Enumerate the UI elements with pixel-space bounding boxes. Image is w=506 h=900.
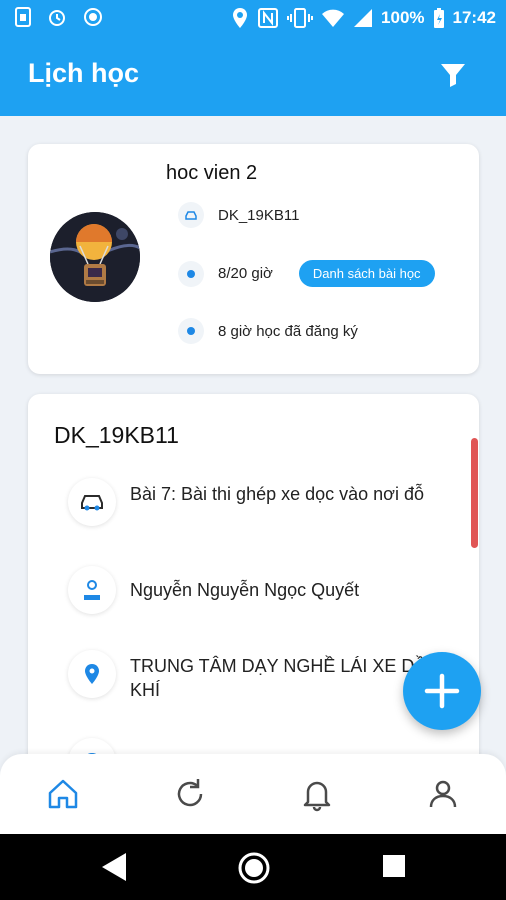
record-icon <box>84 8 102 26</box>
alarm-icon <box>49 10 65 26</box>
bullet-icon <box>178 318 204 344</box>
recents-button[interactable] <box>381 853 407 884</box>
sim-card-icon <box>15 7 31 27</box>
plus-icon <box>424 673 460 709</box>
lesson-name-row: Bài 7: Bài thi ghép xe dọc vào nơi đỗ <box>68 478 448 526</box>
nav-home[interactable] <box>45 776 81 812</box>
bell-icon <box>303 781 331 812</box>
back-icon <box>102 853 126 881</box>
bullet-icon <box>178 260 204 287</box>
teacher-icon <box>68 566 116 614</box>
lesson-list-button[interactable]: Danh sách bài học <box>298 260 435 287</box>
student-name: hoc vien 2 <box>166 162 258 184</box>
wifi-icon <box>322 9 345 27</box>
registered-hours: 8 giờ học đã đăng ký <box>218 322 358 340</box>
refresh-icon <box>177 779 203 807</box>
signal-icon <box>354 9 373 27</box>
clock: 17:42 <box>452 8 496 27</box>
page-title: Lịch học <box>28 58 140 88</box>
back-button[interactable] <box>100 851 128 888</box>
home-icon <box>48 779 78 809</box>
teacher-name: Nguyễn Nguyễn Ngọc Quyết <box>130 580 360 600</box>
status-bar: 100% 17:42 <box>0 0 506 36</box>
app-bar: Lịch học <box>0 36 506 116</box>
lesson-course-title: DK_19KB11 <box>54 422 179 448</box>
user-icon <box>429 780 457 808</box>
battery-charging-icon <box>433 8 444 28</box>
location-row: TRUNG TÂM DẠY NGHỀ LÁI XE DẦU KHÍ <box>68 650 448 702</box>
car-icon <box>178 202 204 228</box>
scrollbar[interactable] <box>471 438 478 548</box>
nav-notifications[interactable] <box>299 776 335 812</box>
nav-refresh[interactable] <box>172 776 208 812</box>
hours-progress: 8/20 giờ <box>218 265 273 282</box>
location-icon <box>233 8 248 28</box>
location-pin-icon <box>68 650 116 698</box>
bottom-navigation <box>0 754 506 834</box>
recents-icon <box>383 855 405 877</box>
system-navigation-bar <box>0 834 506 900</box>
avatar <box>50 212 140 302</box>
home-button[interactable] <box>237 851 271 890</box>
home-circle-icon <box>238 852 270 884</box>
location-name: TRUNG TÂM DẠY NGHỀ LÁI XE DẦU KHÍ <box>130 656 440 700</box>
battery-percent: 100% <box>381 8 425 27</box>
lesson-name: Bài 7: Bài thi ghép xe dọc vào nơi đỗ <box>130 484 424 504</box>
teacher-row: Nguyễn Nguyễn Ngọc Quyết <box>68 566 448 614</box>
nfc-icon <box>258 8 279 28</box>
course-code-row: DK_19KB11 <box>178 202 299 228</box>
avatar-image <box>50 212 140 302</box>
course-code: DK_19KB11 <box>218 206 300 224</box>
registered-hours-row: 8 giờ học đã đăng ký <box>178 318 358 344</box>
filter-icon <box>441 64 465 87</box>
student-profile-card: hoc vien 2 DK_19KB11 8/20 giờ Danh sách … <box>28 144 479 374</box>
hours-row: 8/20 giờ Danh sách bài học <box>178 260 435 287</box>
nav-profile[interactable] <box>425 776 461 812</box>
filter-button[interactable] <box>438 60 468 90</box>
car-icon <box>68 478 116 526</box>
vibrate-icon <box>287 8 314 28</box>
add-button[interactable] <box>403 652 481 730</box>
